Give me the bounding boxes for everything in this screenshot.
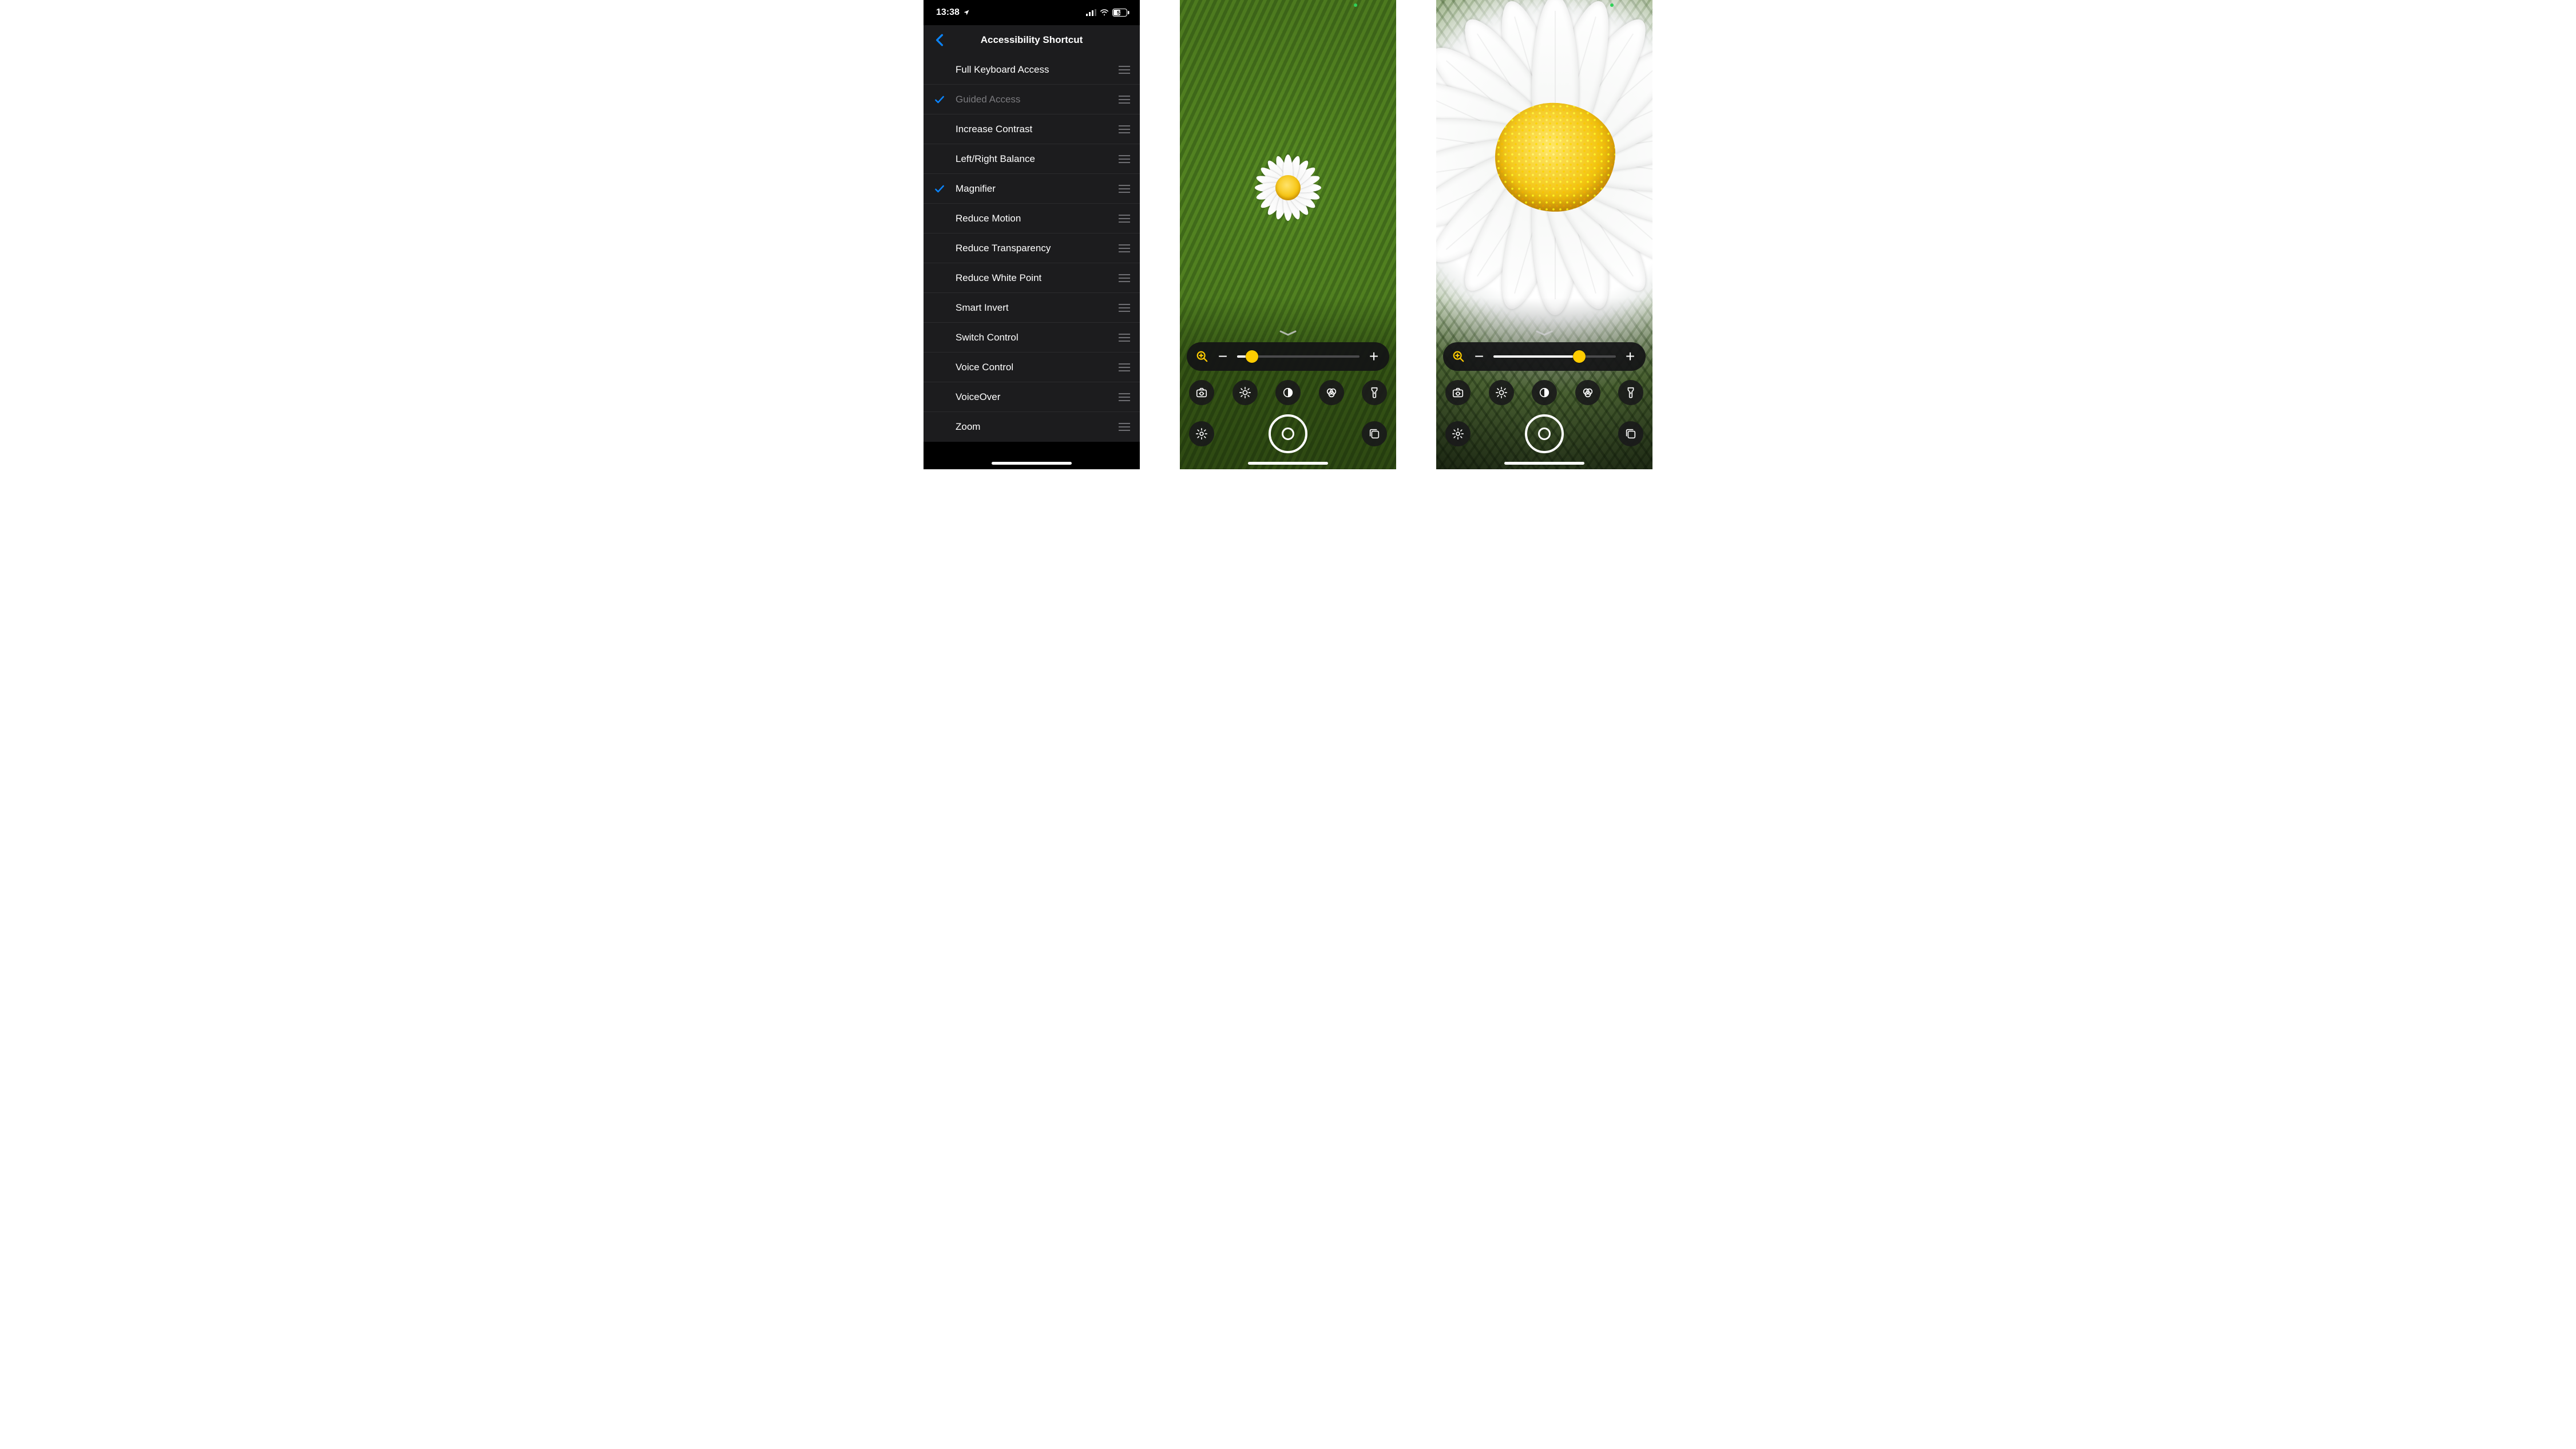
settings-screenshot: 13:38 53 Accessibility Shortcut Full Key… [924, 0, 1140, 469]
row-label: Increase Contrast [956, 124, 1116, 135]
zoom-slider[interactable] [1493, 355, 1616, 358]
wifi-icon [1100, 9, 1109, 16]
zoom-thumb[interactable] [1246, 350, 1258, 363]
magnifier-closeup-screenshot: −+ [1436, 0, 1652, 469]
shutter-inner [1538, 427, 1551, 440]
reorder-handle-icon[interactable] [1116, 418, 1133, 436]
shutter-inner [1282, 427, 1294, 440]
zoom-bar: −+ [1187, 342, 1389, 371]
bottom-row [1187, 413, 1389, 454]
flashlight-button[interactable] [1362, 380, 1387, 405]
home-indicator[interactable] [1248, 462, 1328, 465]
row-label: Voice Control [956, 362, 1116, 373]
settings-button[interactable] [1189, 421, 1214, 446]
brightness-button[interactable] [1232, 380, 1258, 405]
bottom-row [1443, 413, 1646, 454]
shortcut-row[interactable]: Full Keyboard Access [924, 55, 1140, 85]
reorder-handle-icon[interactable] [1116, 270, 1133, 287]
page-title: Accessibility Shortcut [981, 34, 1083, 46]
reorder-handle-icon[interactable] [1116, 61, 1133, 78]
row-label: Full Keyboard Access [956, 64, 1116, 76]
back-button[interactable] [928, 29, 951, 52]
row-label: Guided Access [956, 94, 1116, 105]
zoom-in-icon [1452, 350, 1465, 363]
camera-in-use-indicator [1354, 3, 1357, 7]
shortcut-row[interactable]: Left/Right Balance [924, 144, 1140, 174]
row-label: Reduce Transparency [956, 243, 1116, 254]
magnifier-controls: −+ [1180, 320, 1396, 469]
panel-drag-handle[interactable] [1443, 330, 1646, 336]
status-time: 13:38 [936, 7, 960, 18]
daisy-flower [1254, 153, 1322, 222]
contrast-button[interactable] [1275, 380, 1301, 405]
shortcut-row[interactable]: Magnifier [924, 174, 1140, 204]
shortcut-row[interactable]: VoiceOver [924, 382, 1140, 412]
row-label: Reduce Motion [956, 213, 1116, 224]
reorder-handle-icon[interactable] [1116, 299, 1133, 316]
row-label: VoiceOver [956, 391, 1116, 403]
panel-drag-handle[interactable] [1187, 330, 1389, 336]
reorder-handle-icon[interactable] [1116, 389, 1133, 406]
zoom-thumb[interactable] [1573, 350, 1586, 363]
tool-row [1443, 380, 1646, 405]
shortcut-row[interactable]: Reduce White Point [924, 263, 1140, 293]
tool-row [1187, 380, 1389, 405]
shortcut-row[interactable]: Switch Control [924, 323, 1140, 353]
reorder-handle-icon[interactable] [1116, 151, 1133, 168]
zoom-slider[interactable] [1237, 355, 1360, 358]
reorder-handle-icon[interactable] [1116, 240, 1133, 257]
row-label: Switch Control [956, 332, 1116, 343]
row-label: Left/Right Balance [956, 153, 1116, 165]
camera-switch-button[interactable] [1445, 380, 1471, 405]
camera-switch-button[interactable] [1189, 380, 1214, 405]
camera-in-use-indicator [1610, 3, 1614, 7]
contrast-button[interactable] [1532, 380, 1557, 405]
shortcut-row[interactable]: Smart Invert [924, 293, 1140, 323]
reorder-handle-icon[interactable] [1116, 180, 1133, 197]
filters-button[interactable] [1575, 380, 1600, 405]
brightness-button[interactable] [1489, 380, 1514, 405]
daisy-flower-closeup [1436, 6, 1652, 304]
row-label: Smart Invert [956, 302, 1116, 314]
row-label: Zoom [956, 421, 1116, 433]
magnifier-wide-screenshot: −+ [1180, 0, 1396, 469]
checkmark-icon [924, 183, 956, 195]
row-label: Magnifier [956, 183, 1116, 195]
status-bar: 13:38 53 [924, 0, 1140, 25]
home-indicator[interactable] [992, 462, 1072, 465]
shutter-button[interactable] [1525, 414, 1564, 453]
row-label: Reduce White Point [956, 272, 1116, 284]
shortcut-row[interactable]: Voice Control [924, 353, 1140, 382]
battery-icon: 53 [1112, 9, 1130, 17]
checkmark-icon [924, 94, 956, 105]
filters-button[interactable] [1319, 380, 1344, 405]
location-icon [963, 9, 970, 16]
reorder-handle-icon[interactable] [1116, 121, 1133, 138]
zoom-bar: −+ [1443, 342, 1646, 371]
multi-capture-button[interactable] [1618, 421, 1643, 446]
multi-capture-button[interactable] [1362, 421, 1387, 446]
reorder-handle-icon[interactable] [1116, 329, 1133, 346]
settings-button[interactable] [1445, 421, 1471, 446]
svg-text:53: 53 [1117, 10, 1123, 16]
nav-header: Accessibility Shortcut [924, 25, 1140, 55]
shortcut-row[interactable]: Reduce Transparency [924, 233, 1140, 263]
shutter-button[interactable] [1269, 414, 1307, 453]
shortcut-row[interactable]: Reduce Motion [924, 204, 1140, 233]
daisy-center [1275, 175, 1301, 200]
flashlight-button[interactable] [1618, 380, 1643, 405]
shortcut-row[interactable]: Zoom [924, 412, 1140, 442]
shortcut-row[interactable]: Guided Access [924, 85, 1140, 114]
magnifier-controls: −+ [1436, 320, 1652, 469]
zoom-in-icon [1196, 350, 1208, 363]
reorder-handle-icon[interactable] [1116, 91, 1133, 108]
shortcut-row[interactable]: Increase Contrast [924, 114, 1140, 144]
shortcut-list: Full Keyboard Access Guided Access Increas… [924, 55, 1140, 442]
reorder-handle-icon[interactable] [1116, 359, 1133, 376]
cellular-icon [1086, 9, 1096, 16]
reorder-handle-icon[interactable] [1116, 210, 1133, 227]
home-indicator[interactable] [1504, 462, 1584, 465]
